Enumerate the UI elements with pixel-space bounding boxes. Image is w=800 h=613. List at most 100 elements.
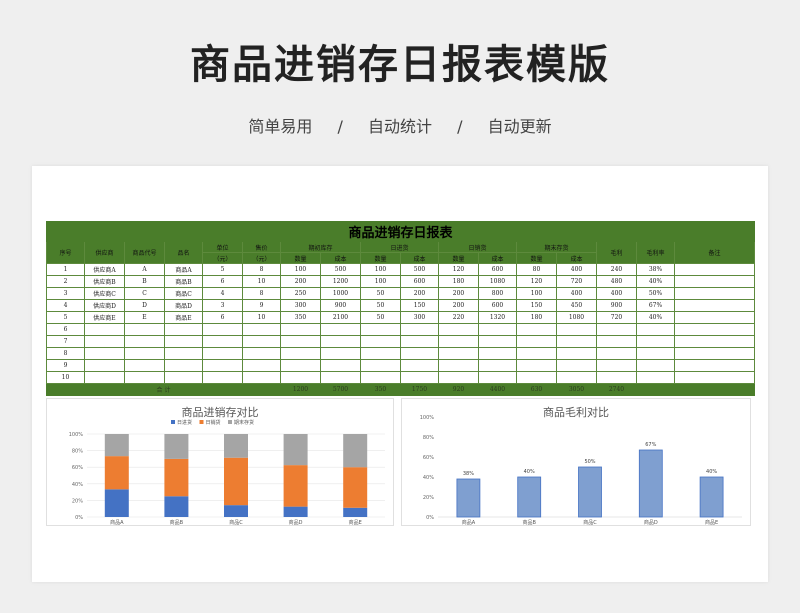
table-cell[interactable]: D	[124, 299, 165, 312]
table-cell[interactable]	[400, 371, 439, 384]
table-cell[interactable]: 10	[242, 275, 281, 288]
table-cell[interactable]	[164, 347, 203, 360]
table-cell[interactable]: 5	[202, 263, 243, 276]
table-cell[interactable]	[242, 323, 281, 336]
table-cell[interactable]	[636, 359, 675, 372]
table-cell[interactable]	[202, 323, 243, 336]
table-cell[interactable]: 商品B	[164, 275, 203, 288]
table-cell[interactable]	[438, 335, 479, 348]
table-cell[interactable]: 供应商C	[84, 287, 125, 300]
table-cell[interactable]	[242, 347, 281, 360]
table-cell[interactable]: 40%	[636, 311, 675, 324]
table-cell[interactable]: 1200	[320, 275, 361, 288]
table-cell[interactable]	[673, 263, 756, 276]
table-cell[interactable]	[124, 323, 165, 336]
table-cell[interactable]	[242, 359, 281, 372]
table-cell[interactable]	[202, 335, 243, 348]
table-cell[interactable]	[556, 323, 597, 336]
table-cell[interactable]: 商品D	[164, 299, 203, 312]
table-cell[interactable]: 4	[46, 299, 85, 312]
table-cell[interactable]	[673, 275, 756, 288]
table-cell[interactable]: 50	[360, 299, 401, 312]
table-cell[interactable]	[400, 347, 439, 360]
table-cell[interactable]	[242, 335, 281, 348]
table-cell[interactable]: 1080	[478, 275, 517, 288]
table-cell[interactable]: 100	[360, 263, 401, 276]
table-cell[interactable]	[202, 347, 243, 360]
table-cell[interactable]: 10	[242, 311, 281, 324]
table-cell[interactable]: A	[124, 263, 165, 276]
table-cell[interactable]: 50	[360, 287, 401, 300]
table-cell[interactable]: 720	[556, 275, 597, 288]
table-cell[interactable]: 1080	[556, 311, 597, 324]
table-cell[interactable]	[280, 371, 321, 384]
table-cell[interactable]	[400, 323, 439, 336]
table-cell[interactable]	[360, 371, 401, 384]
table-cell[interactable]: 供应商D	[84, 299, 125, 312]
table-cell[interactable]	[636, 335, 675, 348]
table-cell[interactable]: C	[124, 287, 165, 300]
table-cell[interactable]	[164, 323, 203, 336]
table-cell[interactable]: 商品E	[164, 311, 203, 324]
table-cell[interactable]: 300	[400, 311, 439, 324]
table-cell[interactable]	[320, 347, 361, 360]
table-cell[interactable]: 供应商E	[84, 311, 125, 324]
table-cell[interactable]: 商品C	[164, 287, 203, 300]
table-cell[interactable]: 500	[320, 263, 361, 276]
table-cell[interactable]	[556, 371, 597, 384]
table-cell[interactable]: 供应商B	[84, 275, 125, 288]
table-cell[interactable]: 150	[400, 299, 439, 312]
table-cell[interactable]: 300	[280, 299, 321, 312]
table-cell[interactable]: 900	[320, 299, 361, 312]
table-cell[interactable]	[673, 347, 756, 360]
table-cell[interactable]: 200	[400, 287, 439, 300]
table-cell[interactable]: 100	[360, 275, 401, 288]
table-cell[interactable]	[596, 347, 637, 360]
table-cell[interactable]	[124, 359, 165, 372]
table-cell[interactable]	[438, 347, 479, 360]
table-cell[interactable]: 400	[596, 287, 637, 300]
table-cell[interactable]: 180	[438, 275, 479, 288]
table-cell[interactable]: 2100	[320, 311, 361, 324]
table-cell[interactable]: 10	[46, 371, 85, 384]
table-cell[interactable]	[280, 323, 321, 336]
table-cell[interactable]: 900	[596, 299, 637, 312]
table-cell[interactable]	[320, 371, 361, 384]
table-cell[interactable]: 250	[280, 287, 321, 300]
table-cell[interactable]: 5	[46, 311, 85, 324]
table-cell[interactable]	[84, 323, 125, 336]
table-cell[interactable]: 600	[400, 275, 439, 288]
table-cell[interactable]: 3	[202, 299, 243, 312]
table-cell[interactable]: 9	[46, 359, 85, 372]
table-cell[interactable]	[596, 371, 637, 384]
table-cell[interactable]	[84, 371, 125, 384]
table-cell[interactable]	[438, 323, 479, 336]
table-cell[interactable]	[320, 335, 361, 348]
table-cell[interactable]	[84, 335, 125, 348]
table-cell[interactable]	[438, 359, 479, 372]
table-cell[interactable]	[673, 287, 756, 300]
table-cell[interactable]	[636, 371, 675, 384]
table-cell[interactable]: 200	[280, 275, 321, 288]
table-cell[interactable]	[242, 371, 281, 384]
table-cell[interactable]	[673, 335, 756, 348]
table-cell[interactable]	[438, 371, 479, 384]
table-cell[interactable]: 120	[516, 275, 557, 288]
table-cell[interactable]: B	[124, 275, 165, 288]
table-cell[interactable]	[84, 359, 125, 372]
table-cell[interactable]: 600	[478, 263, 517, 276]
table-cell[interactable]	[320, 359, 361, 372]
table-cell[interactable]: 720	[596, 311, 637, 324]
table-cell[interactable]	[556, 335, 597, 348]
table-cell[interactable]: 220	[438, 311, 479, 324]
table-cell[interactable]: 100	[280, 263, 321, 276]
table-cell[interactable]: 50	[360, 311, 401, 324]
table-cell[interactable]: 67%	[636, 299, 675, 312]
table-cell[interactable]: 7	[46, 335, 85, 348]
table-cell[interactable]	[478, 371, 517, 384]
table-cell[interactable]	[360, 323, 401, 336]
table-cell[interactable]	[124, 335, 165, 348]
table-cell[interactable]: 8	[46, 347, 85, 360]
table-cell[interactable]: 400	[556, 263, 597, 276]
table-cell[interactable]	[360, 347, 401, 360]
